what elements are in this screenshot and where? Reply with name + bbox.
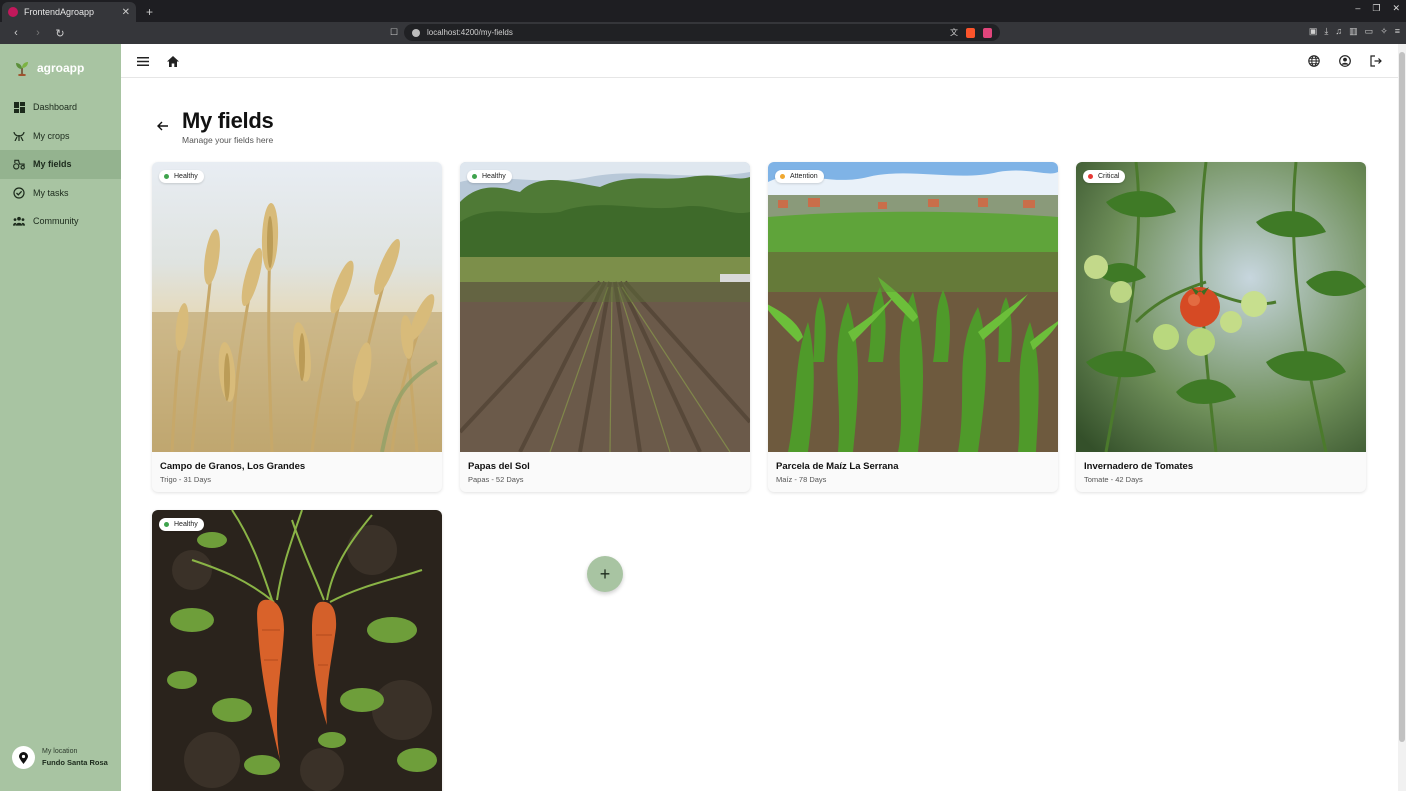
browser-tab-bar: FrontendAgroapp ✕ + – ❐ ✕ (0, 0, 1406, 22)
sidebar-item-label: Dashboard (33, 102, 78, 113)
location-widget[interactable]: My location Fundo Santa Rosa (12, 746, 108, 769)
location-label: My location (42, 748, 78, 755)
bookmark-icon[interactable]: ☐ (390, 27, 398, 38)
status-dot (164, 174, 169, 179)
field-image-plowed-field: Healthy (460, 162, 750, 452)
status-dot (1088, 174, 1093, 179)
field-image-tomatoes: Critical (1076, 162, 1366, 452)
field-card[interactable]: Attention Parcela de Maíz La Serrana Maí… (768, 162, 1058, 492)
sprout-logo-icon (16, 62, 28, 76)
sidebar-item-community[interactable]: Community (0, 207, 121, 236)
leo-icon[interactable]: ✧ (1380, 26, 1388, 37)
browser-tab[interactable]: FrontendAgroapp ✕ (2, 2, 136, 22)
dashboard-icon (13, 101, 25, 113)
scrollbar-thumb[interactable] (1399, 52, 1405, 742)
page-title: My fields (182, 108, 274, 133)
tractor-icon (13, 158, 25, 170)
sidebar-item-label: My crops (33, 130, 70, 141)
page-subtitle: Manage your fields here (182, 135, 274, 145)
field-info: Maíz - 78 Days (776, 475, 827, 484)
url-text[interactable]: localhost:4200/my-fields (427, 28, 513, 37)
status-label: Attention (790, 173, 818, 180)
status-badge: Healthy (467, 170, 512, 183)
back-arrow-icon[interactable] (154, 118, 170, 134)
location-value: Fundo Santa Rosa (42, 758, 108, 767)
media-icon[interactable]: ♫ (1335, 26, 1342, 37)
field-image-corn: Attention (768, 162, 1058, 452)
window-close-icon[interactable]: ✕ (1392, 3, 1400, 14)
status-label: Healthy (174, 173, 198, 180)
field-card[interactable]: Healthy Papas del Sol Papas - 52 Days (460, 162, 750, 492)
language-globe-icon[interactable] (1306, 53, 1322, 69)
sidebar-item-my-fields[interactable]: My fields (0, 150, 121, 179)
field-image-carrots: Healthy (152, 510, 442, 791)
minimize-icon[interactable]: – (1355, 3, 1360, 14)
favicon-icon (8, 7, 18, 17)
app-header (121, 44, 1398, 78)
download-icon[interactable]: ⤓ (1324, 26, 1328, 37)
browser-toolbar: ‹ › ↻ ☐ localhost:4200/my-fields 文 ▣ ⤓ ♫… (0, 22, 1406, 44)
account-icon[interactable] (1337, 53, 1353, 69)
wallet-icon[interactable]: ▭ (1365, 26, 1374, 37)
status-dot (164, 522, 169, 527)
hamburger-menu-icon[interactable] (135, 53, 151, 69)
field-name: Papas del Sol (468, 461, 530, 472)
site-info-icon[interactable] (412, 28, 420, 37)
sidebar-item-label: Community (33, 216, 79, 227)
browser-toolbar-right: ▣ ⤓ ♫ ▥ ▭ ✧ ≡ (1309, 26, 1400, 37)
app-logo[interactable]: agroapp (14, 60, 84, 76)
new-tab-button[interactable]: + (146, 2, 153, 22)
address-bar[interactable]: localhost:4200/my-fields 文 (404, 24, 1000, 41)
status-label: Healthy (482, 173, 506, 180)
brave-shields-icon[interactable] (966, 27, 975, 38)
tab-title: FrontendAgroapp (24, 7, 95, 17)
status-label: Critical (1098, 173, 1120, 180)
home-icon[interactable] (165, 53, 181, 69)
location-pin-icon (12, 746, 35, 769)
status-badge: Healthy (159, 170, 204, 183)
screenshot-icon[interactable]: ▣ (1309, 26, 1318, 37)
page-scrollbar[interactable] (1398, 44, 1406, 791)
field-info: Tomate - 42 Days (1084, 475, 1143, 484)
field-image-wheat: Healthy (152, 162, 442, 452)
status-dot (472, 174, 477, 179)
field-card[interactable]: Healthy (152, 510, 442, 791)
sidebar-item-dashboard[interactable]: Dashboard (0, 93, 121, 122)
sprout-icon (13, 130, 25, 142)
reload-icon[interactable]: ↻ (54, 27, 66, 40)
sidebar-item-my-crops[interactable]: My crops (0, 122, 121, 151)
status-label: Healthy (174, 521, 198, 528)
brave-rewards-icon[interactable] (983, 27, 992, 38)
field-card[interactable]: Critical Invernadero de Tomates Tomate -… (1076, 162, 1366, 492)
sidebar-nav: Dashboard My crops My fields My tasks Co… (0, 93, 121, 236)
sidebar-toggle-icon[interactable]: ▥ (1349, 26, 1358, 37)
sidebar: agroapp Dashboard My crops My fields My … (0, 44, 121, 791)
menu-icon[interactable]: ≡ (1395, 26, 1400, 37)
field-info: Papas - 52 Days (468, 475, 524, 484)
field-name: Invernadero de Tomates (1084, 461, 1194, 472)
sidebar-item-my-tasks[interactable]: My tasks (0, 179, 121, 208)
status-badge: Healthy (159, 518, 204, 531)
translate-icon[interactable]: 文 (950, 27, 958, 38)
check-circle-icon (13, 187, 25, 199)
forward-nav-icon[interactable]: › (32, 27, 44, 39)
back-nav-icon[interactable]: ‹ (10, 27, 22, 39)
field-name: Parcela de Maíz La Serrana (776, 461, 899, 472)
window-controls: – ❐ ✕ (1355, 3, 1400, 14)
status-badge: Attention (775, 170, 824, 183)
people-icon (13, 215, 25, 227)
status-dot (780, 174, 785, 179)
field-name: Campo de Granos, Los Grandes (160, 461, 306, 472)
field-card[interactable]: Healthy Campo de Granos, Los Grandes Tri… (152, 162, 442, 492)
logout-icon[interactable] (1368, 53, 1384, 69)
field-info: Trigo - 31 Days (160, 475, 211, 484)
tab-close-icon[interactable]: ✕ (122, 7, 130, 18)
sidebar-item-label: My fields (33, 159, 72, 170)
app-name: agroapp (37, 61, 85, 75)
add-field-button[interactable]: + (587, 556, 623, 592)
sidebar-item-label: My tasks (33, 187, 69, 198)
status-badge: Critical (1083, 170, 1126, 183)
restore-icon[interactable]: ❐ (1372, 3, 1380, 14)
